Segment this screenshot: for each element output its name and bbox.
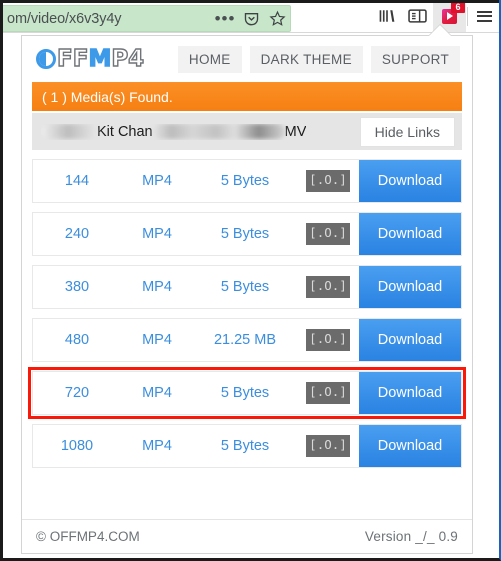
cell-preview[interactable]: [.O.]	[297, 170, 359, 192]
hamburger-menu-icon[interactable]	[469, 1, 499, 32]
cell-size: 21.25 MB	[213, 332, 277, 348]
download-button[interactable]: Download	[359, 319, 461, 361]
table-row[interactable]: 240 MP4 5 Bytes [.O.] Download	[32, 212, 462, 256]
cell-resolution: 1080	[60, 438, 94, 454]
cell-format: MP4	[142, 173, 172, 189]
cell-format: MP4	[142, 279, 172, 295]
table-row-wrap: 1080 MP4 5 Bytes [.O.] Download	[32, 424, 462, 468]
popup-header: FF M P4 HOME DARK THEME SUPPORT	[22, 36, 472, 82]
cell-preview[interactable]: [.O.]	[297, 382, 359, 404]
cell-preview[interactable]: [.O.]	[297, 223, 359, 245]
hide-links-button[interactable]: Hide Links	[359, 116, 455, 147]
nav-dark-theme[interactable]: DARK THEME	[249, 45, 363, 73]
cell-format: MP4	[142, 438, 172, 454]
table-row[interactable]: 720 MP4 5 Bytes [.O.] Download	[32, 371, 462, 415]
copyright-text: © OFFMP4.COM	[36, 529, 140, 544]
film-icon[interactable]: [.O.]	[306, 382, 350, 404]
download-button[interactable]: Download	[359, 160, 461, 202]
cell-preview[interactable]: [.O.]	[297, 435, 359, 457]
ellipsis-icon[interactable]: •••	[212, 6, 238, 32]
popup-nav-links: HOME DARK THEME SUPPORT	[177, 45, 460, 73]
table-row-wrap: 380 MP4 5 Bytes [.O.] Download	[32, 265, 462, 309]
cell-preview[interactable]: [.O.]	[297, 276, 359, 298]
table-row-wrap: 240 MP4 5 Bytes [.O.] Download	[32, 212, 462, 256]
download-button[interactable]: Download	[359, 266, 461, 308]
table-row[interactable]: 480 MP4 21.25 MB [.O.] Download	[32, 318, 462, 362]
film-icon[interactable]: [.O.]	[306, 329, 350, 351]
cell-format: MP4	[142, 332, 172, 348]
nav-home[interactable]: HOME	[177, 45, 242, 73]
media-title-bar: Kit Chan MV Hide Links	[32, 113, 462, 150]
media-found-banner: ( 1 ) Media(s) Found.	[32, 82, 462, 111]
logo-text-ff: FF	[56, 45, 89, 72]
media-links-table: 144 MP4 5 Bytes [.O.] Download 240 MP4 5…	[28, 159, 466, 468]
pocket-icon[interactable]	[238, 6, 264, 32]
cell-resolution: 480	[64, 332, 90, 348]
cell-size: 5 Bytes	[220, 438, 270, 454]
film-icon[interactable]: [.O.]	[306, 435, 350, 457]
version-text: Version _/_ 0.9	[364, 529, 458, 544]
screenshot-root: om/video/x6v3y4y ••• 6 FF M P4 HOME DARK…	[0, 0, 501, 561]
browser-toolbar: om/video/x6v3y4y ••• 6	[3, 0, 499, 33]
film-icon[interactable]: [.O.]	[306, 170, 350, 192]
nav-support[interactable]: SUPPORT	[370, 45, 460, 73]
table-row-wrap: 144 MP4 5 Bytes [.O.] Download	[32, 159, 462, 203]
star-icon[interactable]	[264, 6, 290, 32]
cell-resolution: 380	[64, 279, 90, 295]
cell-resolution: 720	[64, 385, 90, 401]
table-row-wrap: 480 MP4 21.25 MB [.O.] Download	[32, 318, 462, 362]
logo-o-mark-icon	[36, 49, 56, 69]
media-title-text-2: MV	[284, 123, 307, 140]
url-bar[interactable]: om/video/x6v3y4y •••	[3, 5, 291, 32]
cell-size: 5 Bytes	[220, 173, 270, 189]
cell-size: 5 Bytes	[220, 385, 270, 401]
cell-size: 5 Bytes	[220, 226, 270, 242]
library-icon[interactable]	[371, 1, 402, 32]
cell-format: MP4	[142, 385, 172, 401]
cell-size: 5 Bytes	[220, 279, 270, 295]
table-row-wrap-highlighted: 720 MP4 5 Bytes [.O.] Download	[28, 367, 466, 419]
popup-pointer-arrow	[429, 25, 451, 36]
extension-popup-panel: FF M P4 HOME DARK THEME SUPPORT ( 1 ) Me…	[21, 35, 473, 554]
url-text[interactable]: om/video/x6v3y4y	[3, 11, 212, 27]
film-icon[interactable]: [.O.]	[306, 276, 350, 298]
toolbar-divider	[467, 6, 468, 26]
table-row[interactable]: 380 MP4 5 Bytes [.O.] Download	[32, 265, 462, 309]
download-button[interactable]: Download	[359, 213, 461, 255]
cell-format: MP4	[142, 226, 172, 242]
extension-badge-count: 6	[451, 1, 465, 13]
cell-resolution: 240	[64, 226, 90, 242]
logo-text-p4: P4	[111, 45, 145, 72]
offmp4-logo: FF M P4	[36, 45, 145, 72]
media-title-text-1: Kit Chan	[97, 123, 153, 140]
table-row[interactable]: 1080 MP4 5 Bytes [.O.] Download	[32, 424, 462, 468]
logo-text-m: M	[88, 45, 112, 72]
cell-resolution: 144	[64, 173, 90, 189]
film-icon[interactable]: [.O.]	[306, 223, 350, 245]
table-row[interactable]: 144 MP4 5 Bytes [.O.] Download	[32, 159, 462, 203]
redacted-title-segment-2	[152, 124, 285, 139]
redacted-title-segment-1	[41, 124, 97, 139]
download-button[interactable]: Download	[359, 425, 461, 467]
media-title: Kit Chan MV	[41, 124, 306, 140]
cell-preview[interactable]: [.O.]	[297, 329, 359, 351]
popup-footer: © OFFMP4.COM Version _/_ 0.9	[22, 519, 472, 553]
download-button[interactable]: Download	[359, 372, 461, 414]
